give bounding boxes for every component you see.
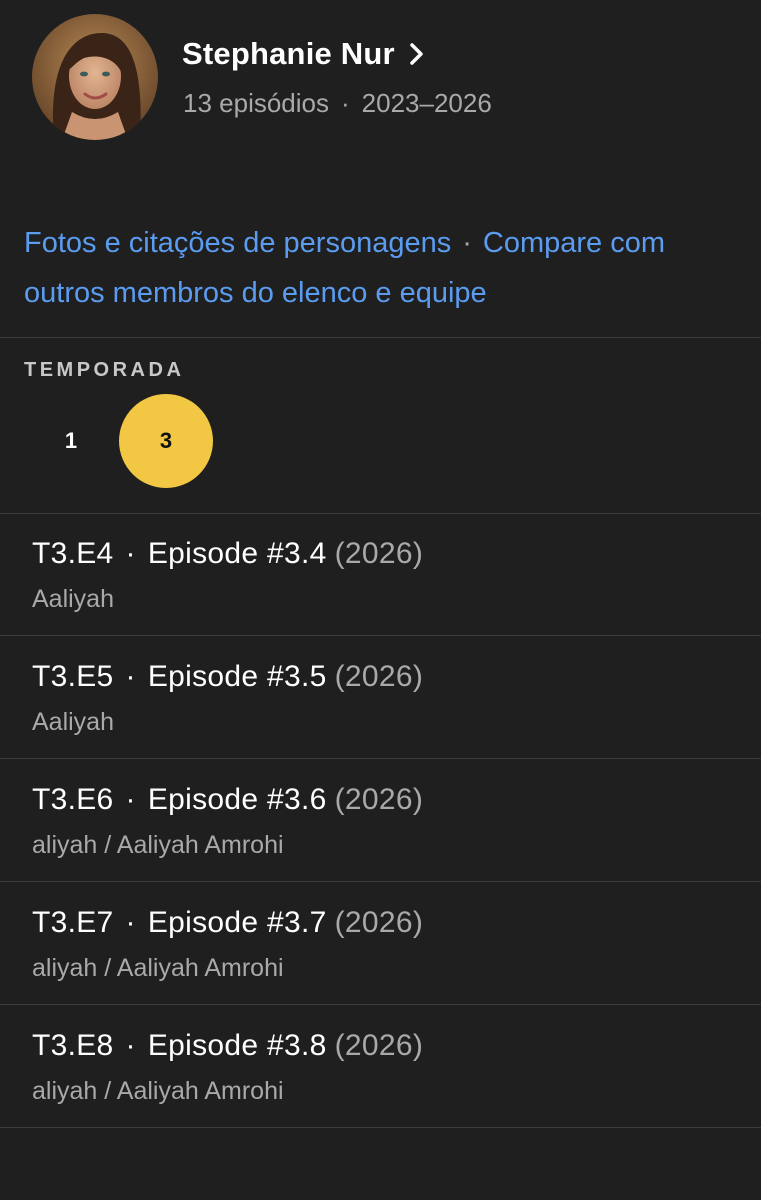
episode-count: 13 episódios — [183, 88, 329, 118]
episode-title-row: T3.E7 · Episode #3.7 (2026) — [32, 906, 423, 940]
episode-title: Episode #3.4 — [147, 537, 327, 570]
list-item[interactable]: T3.E6 · Episode #3.6 (2026) aliyah / Aaliya… — [0, 759, 761, 882]
links-separator: · — [462, 227, 472, 259]
divider — [0, 337, 761, 338]
actor-name: Stephanie Nur — [182, 36, 395, 71]
episode-year: (2026) — [334, 906, 424, 939]
episode-title: Episode #3.6 — [147, 783, 327, 816]
season-label: TEMPORADA — [24, 359, 185, 381]
episode-title: Episode #3.5 — [147, 660, 327, 693]
episode-title-row: T3.E8 · Episode #3.8 (2026) — [32, 1029, 423, 1063]
actor-name-link[interactable]: Stephanie Nur — [182, 34, 425, 74]
list-item[interactable]: T3.E8 · Episode #3.8 (2026) aliyah / Aaliya… — [0, 1005, 761, 1128]
episode-title-row: T3.E5 · Episode #3.5 (2026) — [32, 660, 423, 694]
episode-role: Aaliyah — [32, 585, 114, 613]
episode-separator: · — [125, 783, 136, 816]
episode-year: (2026) — [334, 537, 424, 570]
episode-code: T3.E5 — [32, 660, 114, 693]
avatar[interactable] — [32, 14, 158, 140]
episode-title: Episode #3.7 — [147, 906, 327, 939]
season-button-1[interactable]: 1 — [24, 394, 118, 488]
episode-code: T3.E8 — [32, 1029, 114, 1062]
episode-year: (2026) — [334, 783, 424, 816]
episode-separator: · — [125, 660, 136, 693]
episode-title-row: T3.E6 · Episode #3.6 (2026) — [32, 783, 423, 817]
episode-role: aliyah / Aaliyah Amrohi — [32, 831, 284, 859]
episode-list: T3.E4 · Episode #3.4 (2026) Aaliyah T3.E5 · E… — [0, 513, 761, 1128]
episode-role: aliyah / Aaliyah Amrohi — [32, 1077, 284, 1105]
episode-separator: · — [125, 906, 136, 939]
photos-quotes-link[interactable]: Fotos e citações de personagens — [24, 227, 451, 259]
episode-title: Episode #3.8 — [147, 1029, 327, 1062]
list-item[interactable]: T3.E7 · Episode #3.7 (2026) aliyah / Aaliya… — [0, 882, 761, 1005]
chevron-right-icon — [409, 42, 425, 66]
related-links: Fotos e citações de personagens · Compare … — [24, 218, 724, 318]
actor-meta: 13 episódios · 2023–2026 — [183, 88, 492, 119]
episode-year: (2026) — [334, 1029, 424, 1062]
season-button-3[interactable]: 3 — [119, 394, 213, 488]
episode-role: Aaliyah — [32, 708, 114, 736]
episode-title-row: T3.E4 · Episode #3.4 (2026) — [32, 537, 423, 571]
episode-code: T3.E4 — [32, 537, 114, 570]
episode-separator: · — [125, 1029, 136, 1062]
list-item[interactable]: T3.E5 · Episode #3.5 (2026) Aaliyah — [0, 636, 761, 759]
episode-code: T3.E6 — [32, 783, 114, 816]
meta-separator: · — [341, 88, 350, 118]
episode-separator: · — [125, 537, 136, 570]
active-years: 2023–2026 — [361, 88, 492, 118]
episode-code: T3.E7 — [32, 906, 114, 939]
actor-header: Stephanie Nur 13 episódios · 2023–2026 — [32, 14, 732, 142]
avatar-photo — [32, 14, 158, 140]
episode-year: (2026) — [334, 660, 424, 693]
episode-role: aliyah / Aaliyah Amrohi — [32, 954, 284, 982]
list-item[interactable]: T3.E4 · Episode #3.4 (2026) Aaliyah — [0, 513, 761, 636]
